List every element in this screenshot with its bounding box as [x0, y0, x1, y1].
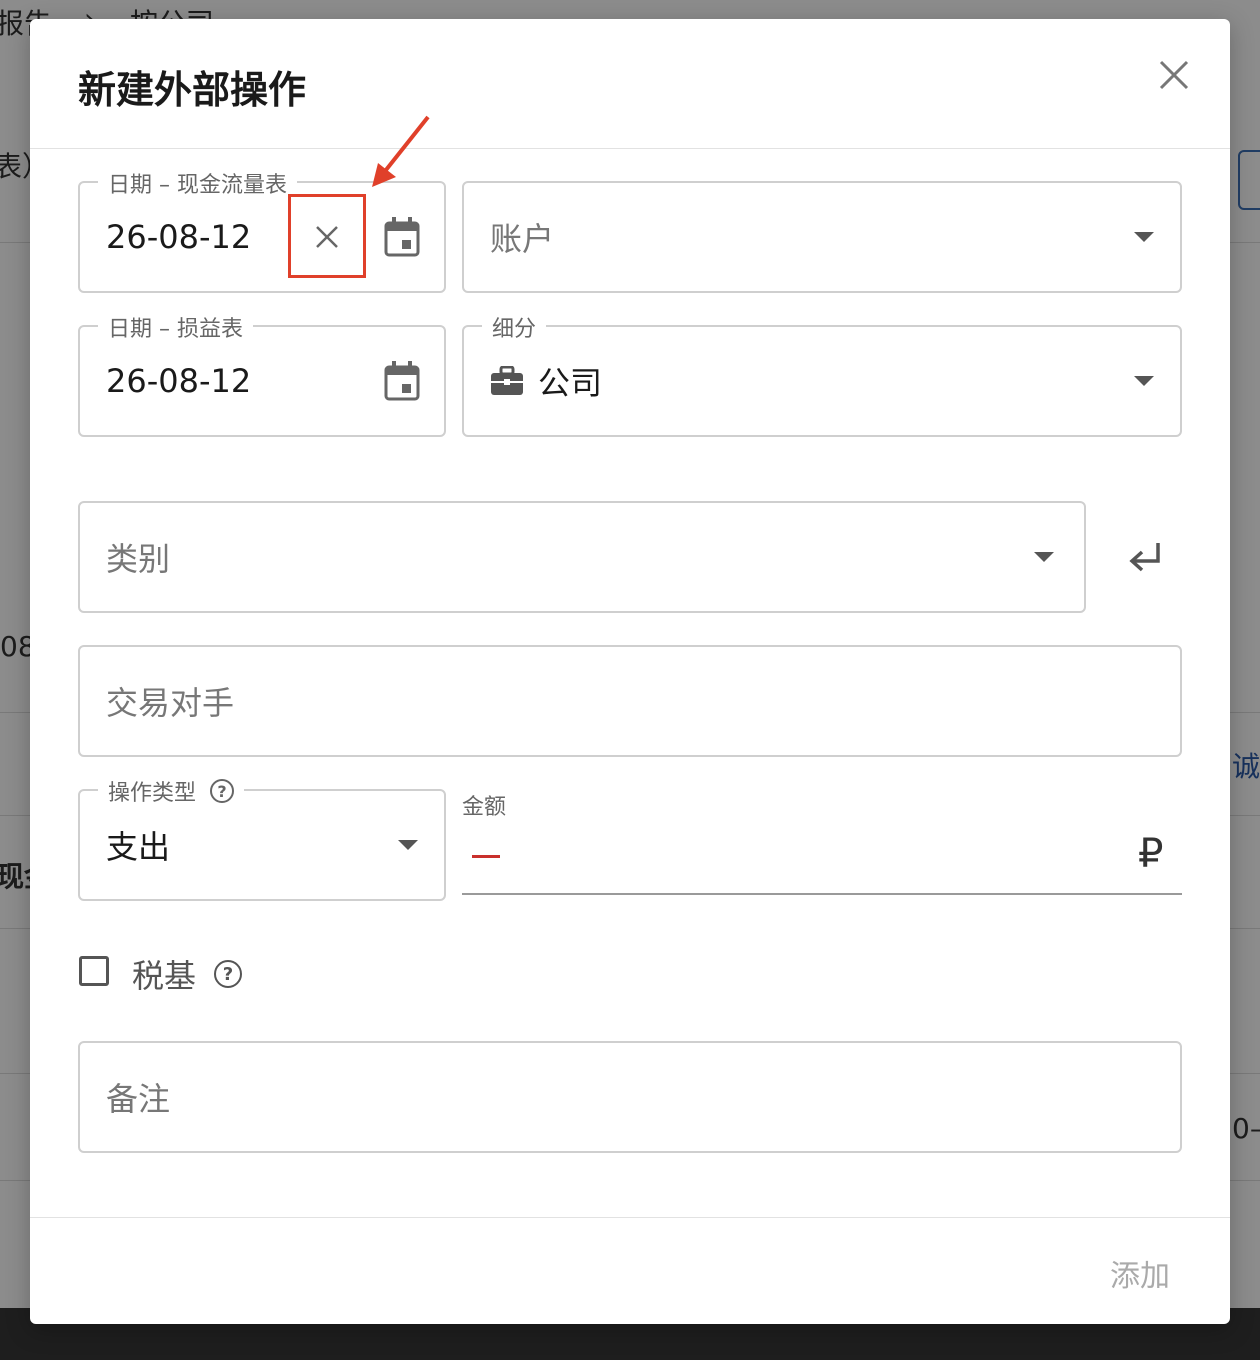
- dialog-title: 新建外部操作: [78, 68, 307, 112]
- tax-base-checkbox[interactable]: [79, 956, 109, 986]
- counterparty-field[interactable]: 交易对手: [78, 645, 1182, 757]
- tax-base-label-wrap: 税基 ?: [132, 951, 243, 997]
- briefcase-icon: [491, 366, 523, 395]
- date-cashflow-field[interactable]: 日期 – 现金流量表 26-08-12: [78, 167, 446, 293]
- breakdown-select[interactable]: 细分 公司: [462, 311, 1182, 437]
- tax-base-label: 税基: [132, 957, 197, 995]
- breakdown-value-wrap: 公司: [490, 358, 602, 404]
- amount-label: 金额: [462, 795, 507, 820]
- date-pnl-label: 日期 – 损益表: [98, 311, 253, 343]
- currency-symbol: ₽: [1138, 831, 1164, 877]
- account-select[interactable]: 账户: [462, 181, 1182, 293]
- breakdown-value: 公司: [538, 364, 603, 402]
- add-button[interactable]: 添加: [1110, 1251, 1170, 1295]
- header-divider: [30, 148, 1230, 149]
- amount-sign: [472, 855, 500, 858]
- new-external-operation-dialog: 新建外部操作 日期 – 现金流量表 26-08-12 账户 日期 – 损益表 2…: [30, 19, 1230, 1324]
- date-pnl-value[interactable]: 26-08-12: [106, 362, 251, 400]
- annotation-arrow-icon: [372, 115, 430, 187]
- calendar-icon[interactable]: [384, 361, 420, 401]
- chevron-down-icon: [1134, 232, 1154, 242]
- calendar-icon[interactable]: [384, 217, 420, 257]
- date-pnl-field[interactable]: 日期 – 损益表 26-08-12: [78, 311, 446, 437]
- help-icon[interactable]: ?: [214, 960, 243, 988]
- counterparty-placeholder: 交易对手: [106, 684, 235, 722]
- date-cashflow-label: 日期 – 现金流量表: [98, 167, 297, 199]
- close-icon: [1159, 60, 1189, 90]
- note-placeholder: 备注: [106, 1080, 171, 1118]
- date-cashflow-value[interactable]: 26-08-12: [106, 218, 251, 256]
- note-field[interactable]: 备注: [78, 1041, 1182, 1153]
- operation-type-select[interactable]: 操作类型 ? 支出: [78, 775, 446, 901]
- account-placeholder: 账户: [490, 220, 555, 258]
- operation-type-label-wrap: 操作类型 ?: [98, 775, 245, 807]
- category-select[interactable]: 类别: [78, 501, 1086, 613]
- chevron-down-icon: [1034, 552, 1054, 562]
- chevron-down-icon: [1134, 376, 1154, 386]
- breakdown-label: 细分: [482, 311, 547, 343]
- chevron-down-icon: [398, 840, 418, 850]
- operation-type-value: 支出: [106, 828, 171, 866]
- help-icon[interactable]: ?: [210, 779, 235, 803]
- amount-input[interactable]: [462, 893, 1182, 895]
- operation-type-label: 操作类型: [108, 781, 197, 806]
- annotation-highlight-box: [288, 194, 366, 278]
- close-button[interactable]: [1154, 55, 1194, 95]
- return-icon[interactable]: [1126, 539, 1166, 579]
- footer-divider: [30, 1217, 1230, 1218]
- category-placeholder: 类别: [106, 540, 171, 578]
